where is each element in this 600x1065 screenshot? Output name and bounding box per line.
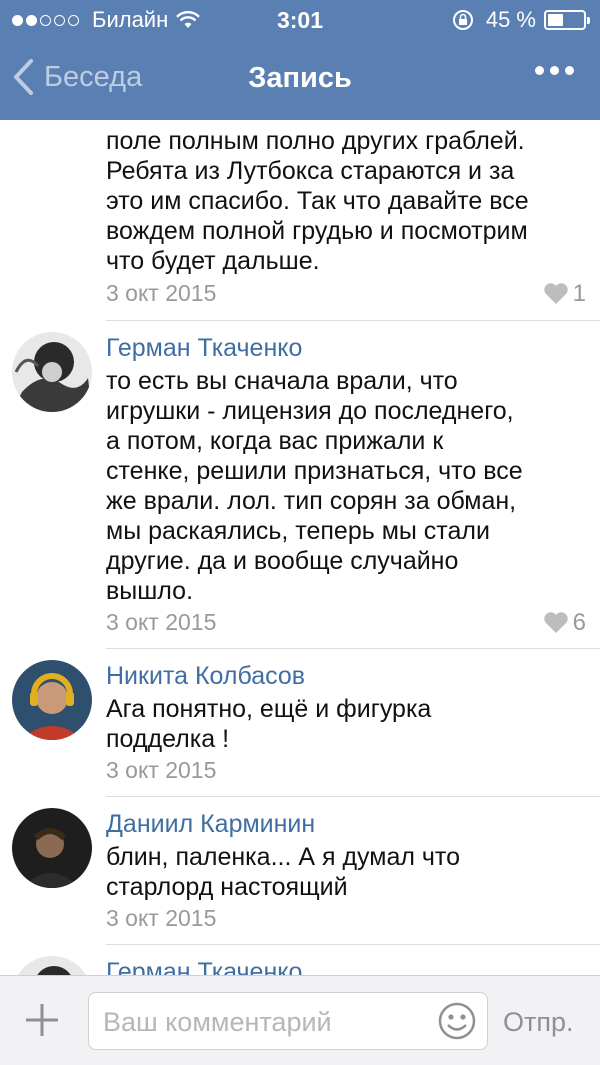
like-button[interactable]: 6 <box>543 609 586 637</box>
comment-placeholder: Ваш комментарий <box>103 1007 332 1037</box>
like-count: 1 <box>572 280 586 307</box>
top-bar: Билайн 3:01 45 % Беседа Запись <box>0 0 600 120</box>
comment-author[interactable]: Никита Колбасов <box>106 662 305 691</box>
comment-text: то есть вы сначала врали, что игрушки - … <box>106 367 523 605</box>
status-bar: Билайн 3:01 45 % <box>0 0 600 40</box>
plus-icon[interactable] <box>24 1002 60 1038</box>
comment-text: блин, паленка... А я думал что старлорд … <box>106 843 460 901</box>
emoji-icon[interactable] <box>437 1001 477 1041</box>
comment-date: 3 окт 2015 <box>106 609 217 635</box>
comment-item: Герман Ткаченко <box>0 944 600 975</box>
comment-text: поле полным полно других граблей. Ребята… <box>106 127 529 275</box>
comment-item: Никита Колбасов Ага понятно, ещё и фигур… <box>0 648 600 797</box>
comment-text: Ага понятно, ещё и фигурка подделка ! <box>106 695 432 753</box>
comment-item: Герман Ткаченко то есть вы сначала врали… <box>0 320 600 649</box>
heart-icon <box>543 612 568 633</box>
comment-input[interactable]: Ваш комментарий <box>88 992 488 1050</box>
comment-date: 3 окт 2015 <box>106 757 217 783</box>
battery-percent: 45 % <box>485 7 536 32</box>
comment-item: поле полным полно других граблей. Ребята… <box>0 120 600 321</box>
comment-author[interactable]: Герман Ткаченко <box>106 334 302 363</box>
comment-author[interactable]: Герман Ткаченко <box>106 958 302 975</box>
page-title: Запись <box>248 62 352 94</box>
rotation-lock-icon <box>452 10 473 30</box>
comment-author[interactable]: Даниил Карминин <box>106 810 315 839</box>
battery-icon <box>544 10 590 30</box>
comment-date: 3 окт 2015 <box>106 905 217 931</box>
comment-date: 3 окт 2015 <box>106 280 217 306</box>
send-button[interactable]: Отпр. <box>503 1007 574 1038</box>
navigation-bar: Беседа Запись <box>0 40 600 120</box>
like-button[interactable]: 1 <box>543 280 586 308</box>
avatar[interactable] <box>12 956 92 975</box>
avatar[interactable] <box>12 808 92 888</box>
avatar[interactable] <box>12 332 92 412</box>
comment-item: Даниил Карминин блин, паленка... А я дум… <box>0 796 600 945</box>
like-count: 6 <box>572 609 586 636</box>
heart-icon <box>543 283 568 304</box>
avatar[interactable] <box>12 660 92 740</box>
comment-composer: Ваш комментарий Отпр. <box>0 975 600 1065</box>
comments-feed[interactable]: поле полным полно других граблей. Ребята… <box>0 120 600 975</box>
more-button[interactable] <box>529 66 574 75</box>
